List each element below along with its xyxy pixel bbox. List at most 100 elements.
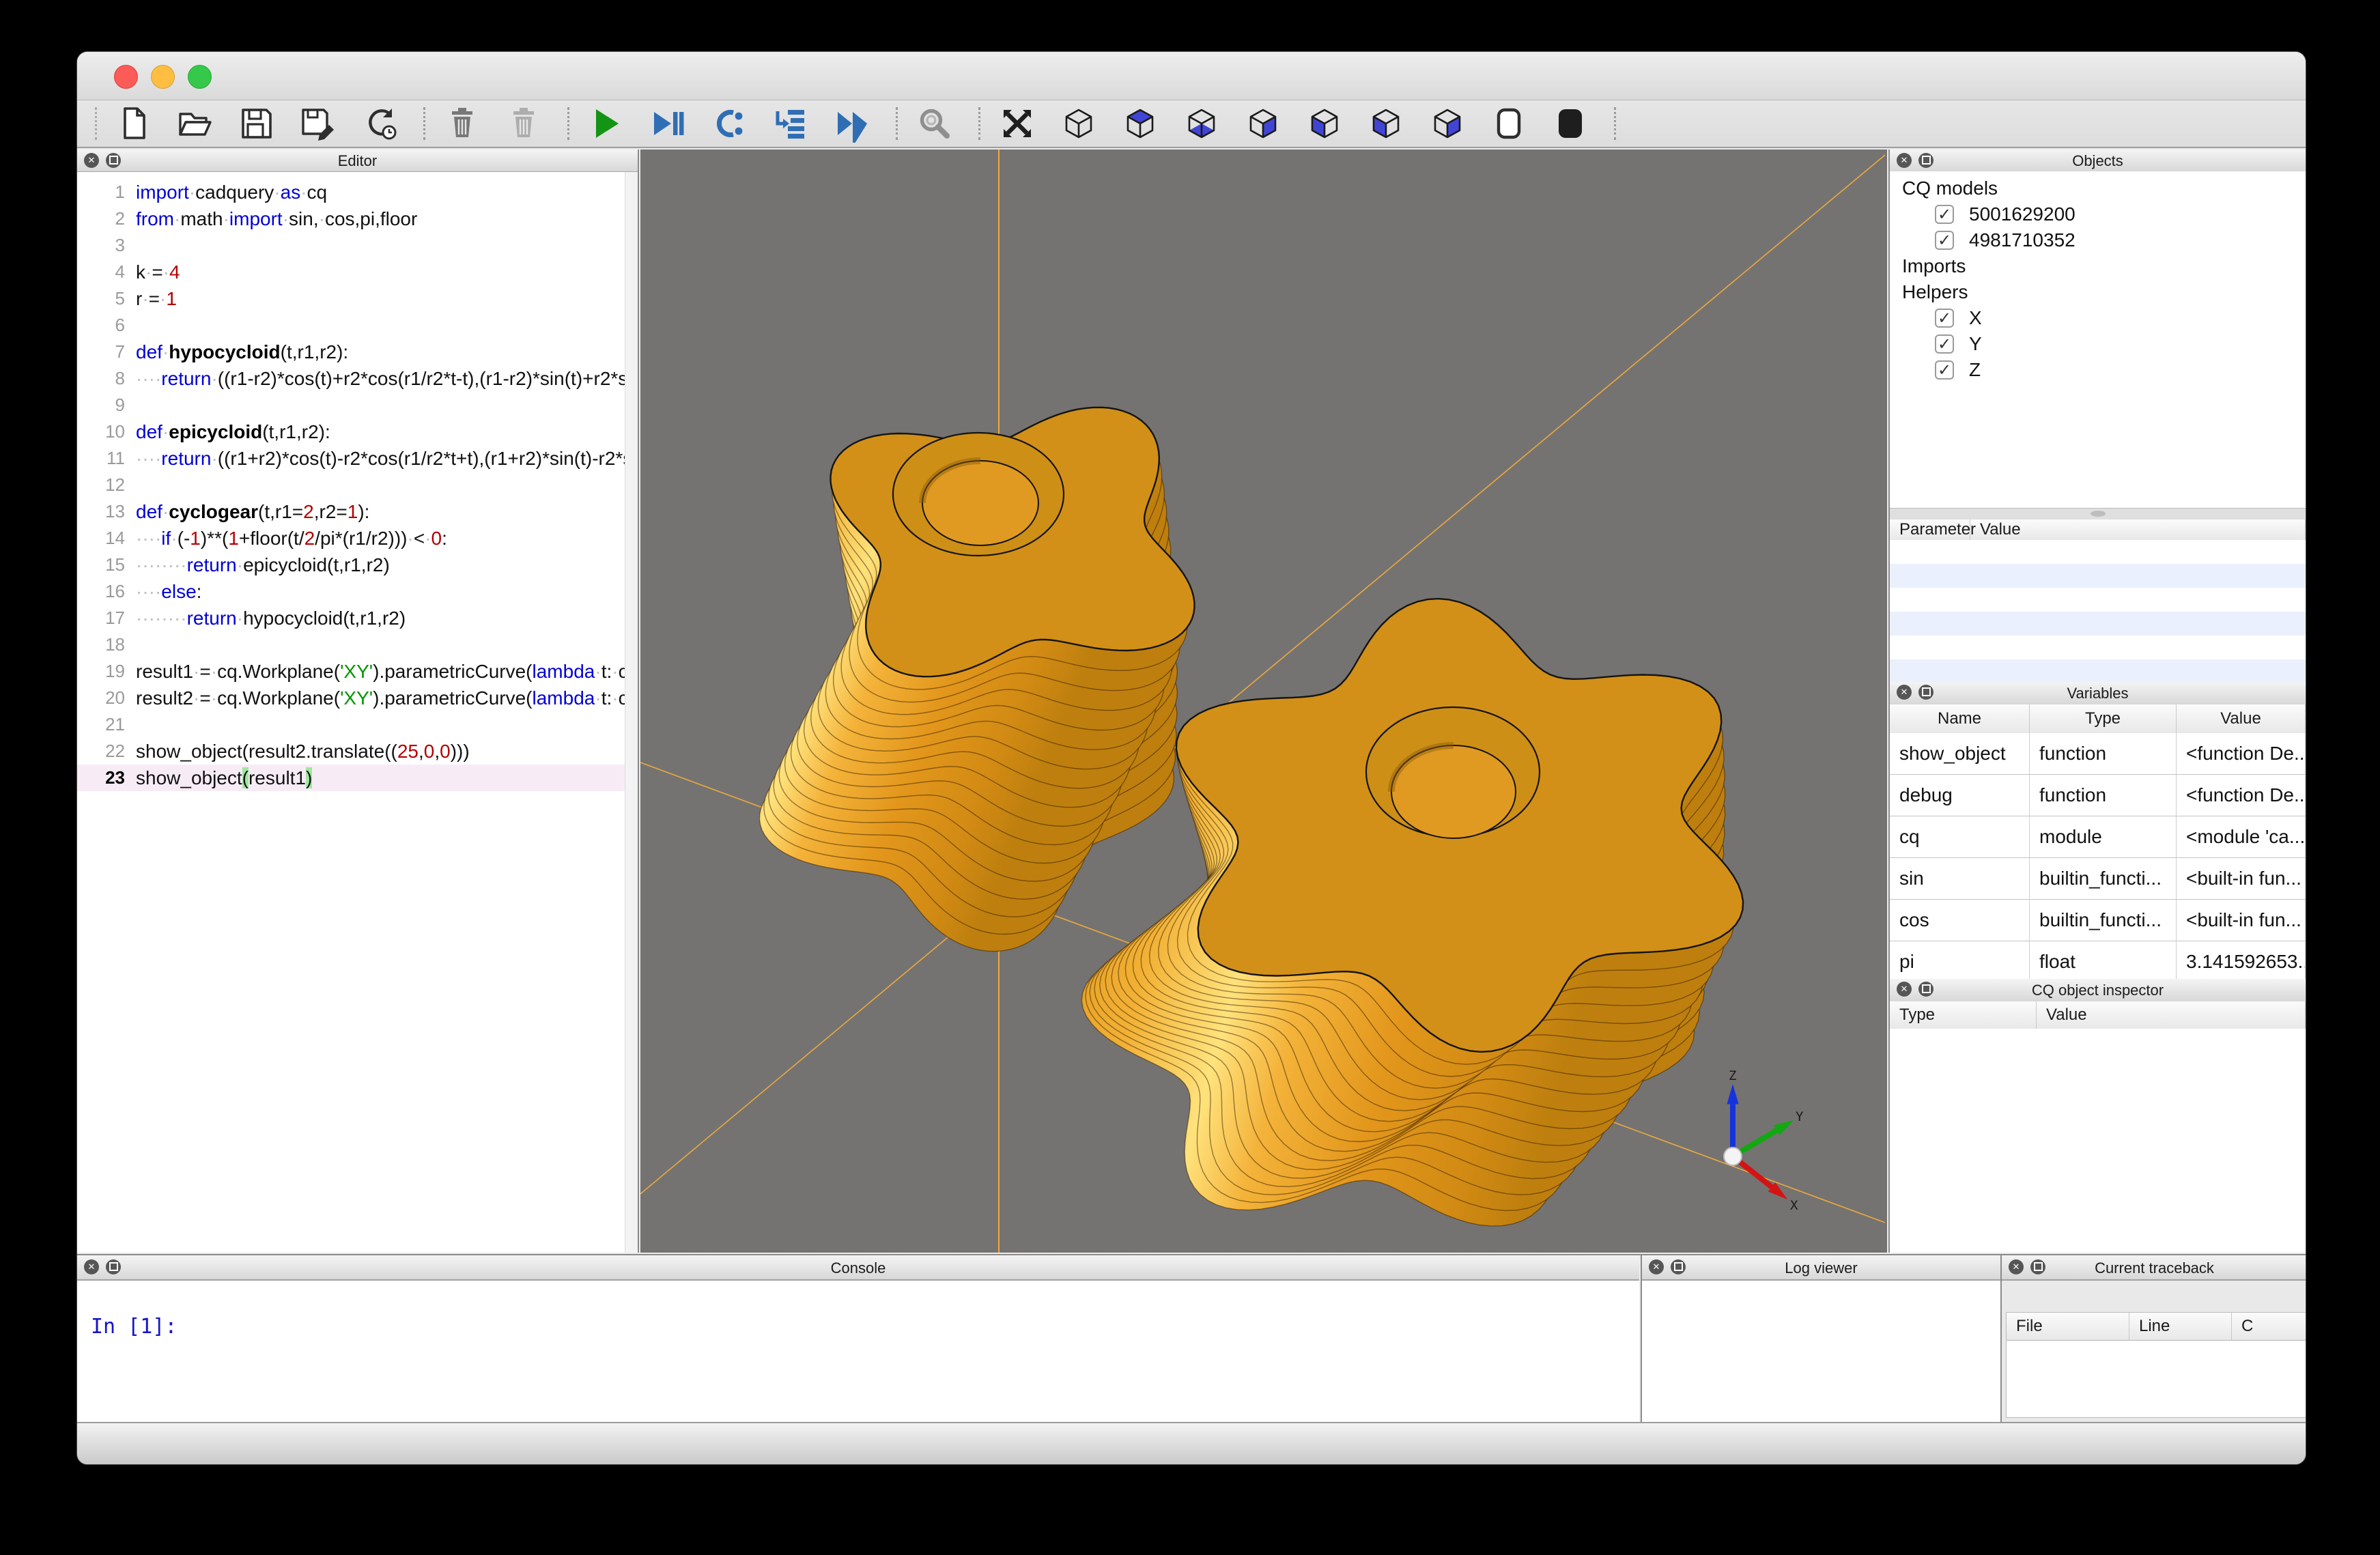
- step-over-button[interactable]: [707, 103, 751, 144]
- code-text: [136, 312, 625, 339]
- variable-row-cq[interactable]: cqmodule<module 'ca...: [1890, 816, 2306, 858]
- new-script-button[interactable]: [112, 103, 156, 144]
- log-viewer-area[interactable]: [1642, 1280, 2000, 1423]
- minimize-window-button[interactable]: [151, 65, 175, 89]
- checkbox[interactable]: ✓: [1935, 334, 1954, 354]
- save-as-script-button[interactable]: [296, 103, 340, 144]
- tree-item-cq-models[interactable]: CQ models: [1890, 175, 2306, 201]
- continue-debug-button[interactable]: [830, 103, 874, 144]
- code-line-11[interactable]: 11····return·((r1+r2)*cos(t)-r2*cos(r1/r…: [77, 445, 625, 472]
- traceback-area: File Line C: [2002, 1280, 2306, 1423]
- code-line-6[interactable]: 6: [77, 312, 625, 339]
- run-script-button[interactable]: [584, 103, 628, 144]
- editor-scrollbar[interactable]: [625, 172, 638, 1253]
- rounded-square-outline-button[interactable]: [1487, 103, 1531, 144]
- code-line-7[interactable]: 7def·hypocycloid(t,r1,r2):: [77, 339, 625, 365]
- step-into-button[interactable]: [769, 103, 812, 144]
- code-line-21[interactable]: 21: [77, 711, 625, 738]
- tree-item-z[interactable]: ✓Z: [1890, 357, 2306, 383]
- code-editor[interactable]: 1import·cadquery·as·cq2from·math·import·…: [77, 172, 625, 1253]
- code-line-4[interactable]: 4k·=·4: [77, 259, 625, 285]
- fit-all-button[interactable]: [995, 103, 1039, 144]
- open-script-button[interactable]: [173, 103, 217, 144]
- line-number: 6: [77, 312, 136, 339]
- inspector-table-body: [1890, 1029, 2306, 1253]
- delete-all-objects-button[interactable]: [502, 103, 546, 144]
- code-line-3[interactable]: 3: [77, 232, 625, 259]
- code-line-15[interactable]: 15········return·epicycloid(t,r1,r2): [77, 552, 625, 578]
- code-line-22[interactable]: 22show_object(result2.translate((25,0,0)…: [77, 738, 625, 765]
- checkbox[interactable]: ✓: [1935, 309, 1954, 328]
- save-script-button[interactable]: [235, 103, 279, 144]
- code-line-5[interactable]: 5r·=·1: [77, 285, 625, 312]
- tree-item-imports[interactable]: Imports: [1890, 253, 2306, 279]
- code-line-19[interactable]: 19result1·=·cq.Workplane('XY').parametri…: [77, 658, 625, 685]
- console-area[interactable]: In [1]:: [77, 1280, 1639, 1423]
- code-text: [136, 232, 625, 259]
- close-window-button[interactable]: [114, 65, 138, 89]
- variable-row-pi[interactable]: pifloat3.141592653...: [1890, 941, 2306, 979]
- column-value[interactable]: Value: [2037, 1001, 2306, 1029]
- editor-panel-title: Editor: [77, 152, 638, 170]
- toolbar-handle[interactable]: [95, 107, 97, 140]
- view-bottom-button[interactable]: [1180, 103, 1223, 144]
- variable-cell: cos: [1890, 900, 2030, 941]
- code-line-13[interactable]: 13def·cyclogear(t,r1=2,r2=1):: [77, 498, 625, 525]
- splitter-handle[interactable]: [1890, 509, 2306, 520]
- code-line-8[interactable]: 8····return·((r1-r2)*cos(t)+r2*cos(r1/r2…: [77, 365, 625, 392]
- tree-item-4981710352[interactable]: ✓4981710352: [1890, 227, 2306, 253]
- checkbox[interactable]: ✓: [1935, 231, 1954, 250]
- column-type[interactable]: Type: [1890, 1001, 2037, 1029]
- objects-tree: CQ models✓5001629200✓4981710352ImportsHe…: [1890, 171, 2306, 509]
- debug-run-button[interactable]: [646, 103, 690, 144]
- column-parameter[interactable]: Parameter: [1890, 519, 1970, 540]
- tree-item-5001629200[interactable]: ✓5001629200: [1890, 201, 2306, 227]
- view-left-button[interactable]: [1364, 103, 1408, 144]
- code-line-10[interactable]: 10def·epicycloid(t,r1,r2):: [77, 418, 625, 445]
- tree-item-helpers[interactable]: Helpers: [1890, 279, 2306, 305]
- line-number: 3: [77, 232, 136, 259]
- view-front-button[interactable]: [1241, 103, 1285, 144]
- view-top-button[interactable]: [1118, 103, 1162, 144]
- code-line-9[interactable]: 9: [77, 392, 625, 418]
- column-value[interactable]: Value: [1970, 519, 2306, 540]
- checkbox[interactable]: ✓: [1935, 205, 1954, 224]
- view-back-button[interactable]: [1303, 103, 1346, 144]
- zoom-window-button[interactable]: [188, 65, 212, 89]
- column-value[interactable]: Value: [2177, 704, 2306, 733]
- line-number: 17: [77, 605, 136, 631]
- checkbox[interactable]: ✓: [1935, 360, 1954, 380]
- column-line[interactable]: Line: [2129, 1313, 2232, 1340]
- view-right-button[interactable]: [1426, 103, 1469, 144]
- view-iso-button[interactable]: [1057, 103, 1101, 144]
- code-line-23[interactable]: 23show_object(result1): [77, 765, 625, 791]
- delete-object-button[interactable]: [440, 103, 484, 144]
- tree-item-y[interactable]: ✓Y: [1890, 331, 2306, 357]
- code-line-12[interactable]: 12: [77, 472, 625, 498]
- line-number: 23: [77, 765, 136, 791]
- variable-row-show_object[interactable]: show_objectfunction<function De...: [1890, 733, 2306, 775]
- variable-row-debug[interactable]: debugfunction<function De...: [1890, 775, 2306, 816]
- tree-item-x[interactable]: ✓X: [1890, 305, 2306, 331]
- 3d-viewport[interactable]: ZYX: [640, 149, 1887, 1253]
- code-line-14[interactable]: 14····if·(-1)**(1+floor(t/2/pi*(r1/r2)))…: [77, 525, 625, 552]
- app-window: ✕ Editor 1import·cadquery·as·cq2from·mat…: [76, 51, 2306, 1465]
- variables-table-body: show_objectfunction<function De...debugf…: [1890, 733, 2306, 979]
- code-text: ····if·(-1)**(1+floor(t/2/pi*(r1/r2)))·<…: [136, 525, 625, 552]
- rounded-square-filled-button[interactable]: [1548, 103, 1592, 144]
- code-line-18[interactable]: 18: [77, 631, 625, 658]
- code-line-20[interactable]: 20result2·=·cq.Workplane('XY').parametri…: [77, 685, 625, 711]
- code-line-2[interactable]: 2from·math·import·sin,·cos,pi,floor: [77, 205, 625, 232]
- column-name[interactable]: Name: [1890, 704, 2030, 733]
- column-code[interactable]: C: [2232, 1313, 2306, 1340]
- code-line-17[interactable]: 17········return·hypocycloid(t,r1,r2): [77, 605, 625, 631]
- code-line-16[interactable]: 16····else:: [77, 578, 625, 605]
- code-line-1[interactable]: 1import·cadquery·as·cq: [77, 179, 625, 205]
- variable-row-cos[interactable]: cosbuiltin_functi...<built-in fun...: [1890, 900, 2306, 941]
- zoom-to-fit-button[interactable]: [913, 103, 957, 144]
- column-type[interactable]: Type: [2030, 704, 2177, 733]
- code-text: [136, 472, 625, 498]
- variable-row-sin[interactable]: sinbuiltin_functi...<built-in fun...: [1890, 858, 2306, 900]
- reload-script-button[interactable]: [358, 103, 401, 144]
- column-file[interactable]: File: [2007, 1313, 2129, 1340]
